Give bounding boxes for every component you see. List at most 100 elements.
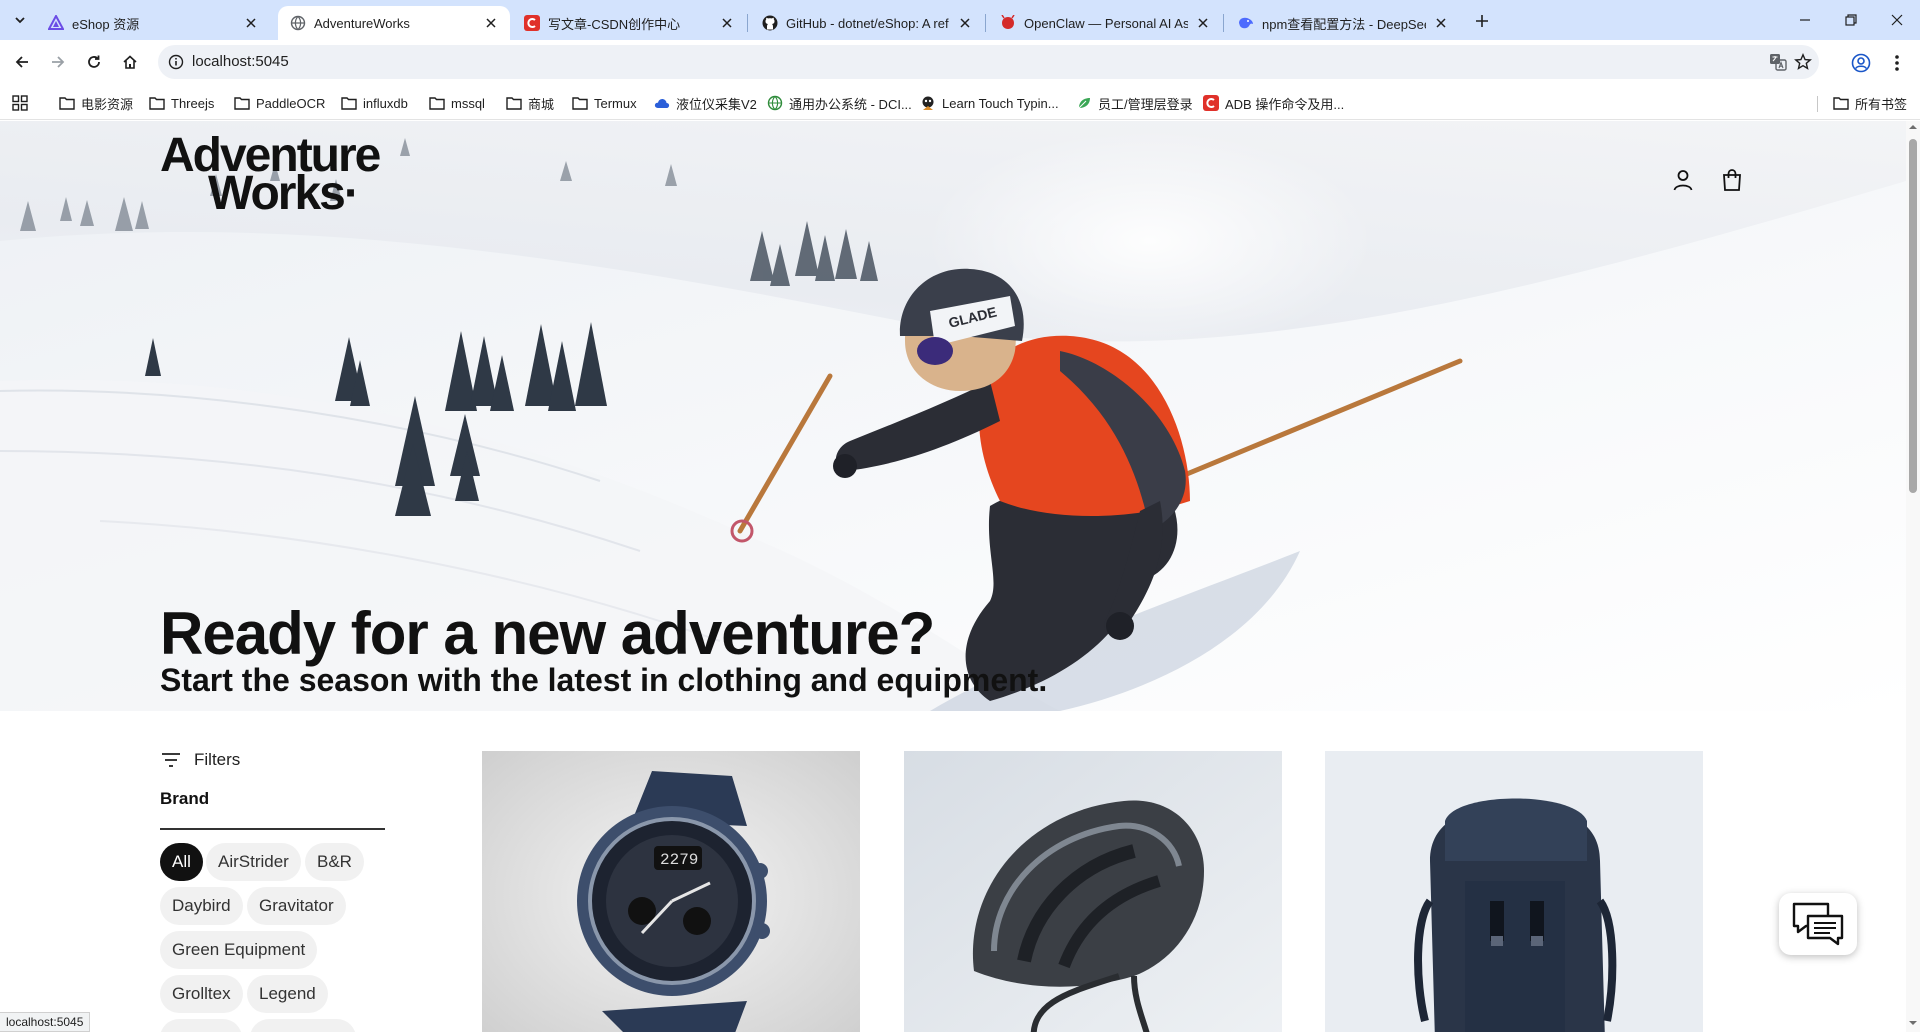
product-card-helmet[interactable]	[904, 751, 1282, 1032]
tab-github[interactable]: GitHub - dotnet/eShop: A ref	[750, 6, 984, 40]
all-bookmarks-button[interactable]: 所有书签	[1833, 93, 1907, 113]
folder-icon	[234, 95, 250, 111]
tab-title: OpenClaw — Personal AI Ass	[1024, 15, 1188, 31]
tab-eshop[interactable]: eShop 资源	[36, 6, 270, 40]
folder-icon	[429, 95, 445, 111]
brand-filter-heading: Brand	[160, 789, 210, 808]
csdn-logo-icon	[1203, 95, 1219, 111]
tab-title: AdventureWorks	[314, 15, 410, 31]
home-button[interactable]	[115, 47, 145, 77]
scrollbar-thumb[interactable]	[1909, 139, 1917, 493]
brand-chip[interactable]	[160, 1019, 242, 1032]
tab-openclaw[interactable]: OpenClaw — Personal AI Ass	[988, 6, 1222, 40]
bookmark-item[interactable]: influxdb	[341, 93, 408, 113]
bookmark-item[interactable]: 商城	[506, 93, 554, 113]
tab-csdn[interactable]: 写文章-CSDN创作中心	[512, 6, 746, 40]
bookmark-item[interactable]: Threejs	[149, 93, 214, 113]
hero-headline: Ready for a new adventure?	[160, 600, 935, 667]
logo-mark: ·	[343, 167, 360, 220]
brand-chip[interactable]	[250, 1019, 356, 1032]
close-icon	[1891, 14, 1903, 26]
filter-icon	[160, 749, 182, 771]
new-tab-button[interactable]	[1469, 8, 1495, 34]
page-viewport: GLADE Adventure Works· Ready for a new a…	[0, 121, 1906, 1032]
shopping-bag-icon	[1723, 169, 1741, 191]
folder-icon	[59, 95, 75, 111]
reload-button[interactable]	[79, 47, 109, 77]
brand-chip-gravitator[interactable]: Gravitator	[247, 887, 346, 925]
brand-chip-grolltex[interactable]: Grolltex	[160, 975, 243, 1013]
browser-menu-button[interactable]	[1883, 49, 1911, 77]
brand-chip-legend[interactable]: Legend	[247, 975, 328, 1013]
translate-icon[interactable]	[1768, 52, 1788, 72]
close-icon[interactable]	[718, 14, 736, 32]
bookmark-item[interactable]: Termux	[572, 93, 637, 113]
bookmark-item[interactable]: Learn Touch Typin...	[920, 93, 1059, 113]
csdn-logo-icon	[524, 15, 540, 31]
tab-title: eShop 资源	[72, 16, 140, 32]
bookmark-label: 通用办公系统 - DCI...	[789, 96, 912, 112]
minimize-icon	[1800, 19, 1810, 21]
scroll-up-arrow-icon[interactable]	[1909, 123, 1917, 131]
cart-button[interactable]	[1717, 165, 1747, 195]
page-scrollbar[interactable]	[1906, 121, 1920, 1032]
account-button[interactable]	[1668, 165, 1698, 195]
cloud-icon	[654, 95, 670, 111]
bookmarks-separator	[1817, 96, 1818, 112]
brand-chip-all[interactable]: All	[160, 843, 203, 881]
bookmark-label: mssql	[451, 95, 485, 111]
forward-button[interactable]	[43, 47, 73, 77]
chat-button[interactable]	[1779, 893, 1857, 955]
site-logo[interactable]: Adventure Works·	[160, 132, 410, 218]
bookmark-item[interactable]: 通用办公系统 - DCI...	[767, 93, 912, 113]
bookmark-item[interactable]: 电影资源	[59, 93, 133, 113]
tab-search-button[interactable]	[8, 8, 32, 32]
tab-separator	[747, 14, 748, 32]
minimize-button[interactable]	[1782, 0, 1828, 40]
bookmark-item[interactable]: 员工/管理层登录	[1076, 93, 1193, 113]
plus-icon	[1476, 15, 1488, 27]
all-bookmarks-label: 所有书签	[1855, 96, 1908, 112]
tab-deepseek[interactable]: npm查看配置方法 - DeepSeek	[1226, 6, 1460, 40]
bookmark-label: ADB 操作命令及用...	[1225, 96, 1345, 112]
back-button[interactable]	[7, 47, 37, 77]
bookmark-label: 商城	[528, 96, 555, 112]
close-icon[interactable]	[1194, 14, 1212, 32]
restore-button[interactable]	[1828, 0, 1874, 40]
close-icon[interactable]	[242, 14, 260, 32]
brand-chip-b-and-r[interactable]: B&R	[305, 843, 364, 881]
deepseek-logo-icon	[1238, 15, 1254, 31]
brand-chip-airstrider[interactable]: AirStrider	[206, 843, 301, 881]
home-icon	[123, 55, 137, 69]
leaf-icon	[1076, 95, 1092, 111]
filters-toggle[interactable]: Filters	[160, 748, 240, 772]
brand-chip-daybird[interactable]: Daybird	[160, 887, 243, 925]
product-card-watch[interactable]: 2279	[482, 751, 860, 1032]
arrow-right-icon	[52, 56, 65, 68]
bookmark-item[interactable]: mssql	[429, 93, 485, 113]
arrow-left-icon	[15, 56, 28, 68]
site-info-icon[interactable]	[166, 52, 186, 72]
close-icon[interactable]	[956, 14, 974, 32]
brand-chip-green-equipment[interactable]: Green Equipment	[160, 931, 318, 969]
bookmark-item[interactable]: ADB 操作命令及用...	[1203, 93, 1344, 113]
bookmark-item[interactable]: 液位仪采集V2	[654, 93, 757, 113]
bookmark-item[interactable]: PaddleOCR	[234, 93, 325, 113]
close-icon[interactable]	[482, 14, 500, 32]
close-icon[interactable]	[1432, 14, 1450, 32]
bookmark-star-icon[interactable]	[1793, 52, 1813, 72]
restore-icon	[1845, 14, 1857, 26]
apps-button[interactable]	[12, 93, 28, 113]
folder-icon	[506, 95, 522, 111]
globe-icon	[290, 15, 306, 31]
folder-icon	[572, 95, 588, 111]
tab-adventureworks[interactable]: AdventureWorks	[278, 6, 510, 40]
profile-button[interactable]	[1847, 49, 1875, 77]
bookmark-label: 电影资源	[81, 96, 134, 112]
tab-title: npm查看配置方法 - DeepSeek	[1262, 16, 1426, 32]
product-card-backpack[interactable]	[1325, 751, 1703, 1032]
scroll-down-arrow-icon[interactable]	[1909, 1019, 1917, 1027]
close-window-button[interactable]	[1874, 0, 1920, 40]
address-bar[interactable]: localhost:5045	[158, 45, 1819, 79]
brand-divider	[160, 828, 385, 830]
